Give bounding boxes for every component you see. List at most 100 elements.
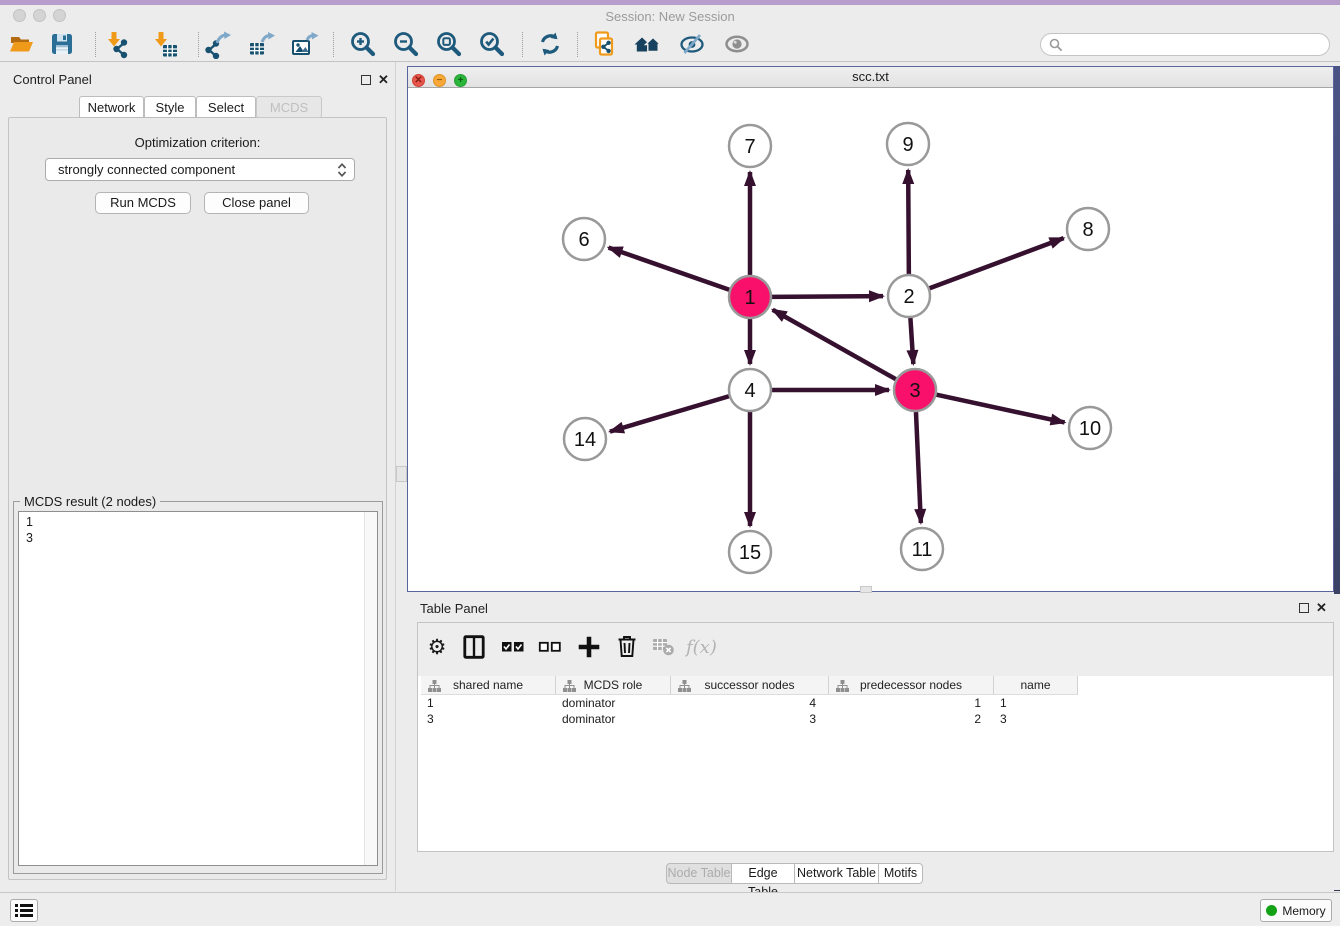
column-header-shared-name[interactable]: shared name xyxy=(421,676,556,695)
import-table-icon[interactable] xyxy=(150,29,180,59)
graph-node-8[interactable]: 8 xyxy=(1067,208,1109,250)
tab-style[interactable]: Style xyxy=(144,96,196,118)
column-tree-icon xyxy=(428,680,441,692)
table-panel-title: Table Panel xyxy=(420,601,488,616)
horizontal-splitter-handle[interactable] xyxy=(396,466,407,482)
tab-mcds[interactable]: MCDS xyxy=(256,96,322,118)
table-settings-gear-icon[interactable]: ⚙ xyxy=(422,634,452,664)
graph-node-14[interactable]: 14 xyxy=(564,418,606,460)
export-network-icon[interactable] xyxy=(203,29,233,59)
graph-node-2[interactable]: 2 xyxy=(888,275,930,317)
memory-button[interactable]: Memory xyxy=(1260,899,1332,922)
toolbar-separator xyxy=(333,32,334,57)
svg-text:11: 11 xyxy=(912,539,933,561)
column-tree-icon xyxy=(836,680,849,692)
network-canvas[interactable]: 1 2 3 4 6 7 8 9 10 11 14 15 xyxy=(408,88,1333,591)
mcds-tab-content: Optimization criterion: strongly connect… xyxy=(8,117,387,880)
search-input[interactable] xyxy=(1067,35,1323,54)
show-column-panel-icon[interactable] xyxy=(459,634,489,664)
graph-node-9[interactable]: 9 xyxy=(887,123,929,165)
tab-node-table[interactable]: Node Table xyxy=(666,863,732,884)
list-icon xyxy=(15,903,33,918)
graph-node-11[interactable]: 11 xyxy=(901,528,943,570)
zoom-out-icon[interactable] xyxy=(391,29,421,59)
hide-eye-icon[interactable] xyxy=(677,29,707,59)
graph-edge-1-6[interactable] xyxy=(609,248,730,290)
save-session-icon[interactable] xyxy=(47,29,77,59)
column-header-predecessor-nodes[interactable]: predecessor nodes xyxy=(829,676,994,695)
graph-node-1[interactable]: 1 xyxy=(729,276,771,318)
export-image-icon[interactable] xyxy=(290,29,320,59)
zoom-fit-icon[interactable] xyxy=(434,29,464,59)
task-history-button[interactable] xyxy=(10,899,38,922)
mcds-result-text: 1 3 xyxy=(18,511,378,866)
toolbar-separator xyxy=(522,32,523,57)
table-cell: dominator xyxy=(556,695,671,711)
zoom-in-icon[interactable] xyxy=(348,29,378,59)
tab-select[interactable]: Select xyxy=(196,96,256,118)
float-table-panel-icon[interactable] xyxy=(1299,603,1309,613)
column-tree-icon xyxy=(678,680,691,692)
network-window-titlebar[interactable]: ✕−+ scc.txt xyxy=(408,67,1333,88)
unselect-all-columns-icon[interactable] xyxy=(535,634,565,664)
close-table-panel-icon[interactable]: ✕ xyxy=(1316,602,1327,614)
graph-edge-2-8[interactable] xyxy=(930,238,1064,288)
tab-motifs[interactable]: Motifs xyxy=(879,863,923,884)
column-tree-icon xyxy=(563,680,576,692)
result-scrollbar[interactable] xyxy=(364,512,377,865)
svg-text:9: 9 xyxy=(902,134,913,156)
search-box[interactable] xyxy=(1040,33,1330,56)
open-session-icon[interactable] xyxy=(7,29,37,59)
svg-text:14: 14 xyxy=(574,429,596,451)
network-close-icon[interactable]: ✕ xyxy=(412,74,425,87)
column-header-successor-nodes[interactable]: successor nodes xyxy=(671,676,829,695)
graph-edge-4-14[interactable] xyxy=(610,396,729,431)
graph-edge-2-3[interactable] xyxy=(910,318,913,364)
float-panel-icon[interactable] xyxy=(361,75,371,85)
graph-node-6[interactable]: 6 xyxy=(563,218,605,260)
tab-network-table[interactable]: Network Table xyxy=(795,863,879,884)
clone-network-icon[interactable] xyxy=(589,29,619,59)
graph-node-15[interactable]: 15 xyxy=(729,531,771,573)
select-all-columns-icon[interactable] xyxy=(498,634,528,664)
refresh-styles-icon[interactable] xyxy=(535,29,565,59)
graph-edge-1-2[interactable] xyxy=(772,296,883,297)
column-header-mcds-role[interactable]: MCDS role xyxy=(556,676,671,695)
svg-text:4: 4 xyxy=(744,380,755,402)
column-header-name[interactable]: name xyxy=(994,676,1078,695)
memory-status-dot xyxy=(1266,905,1277,916)
network-view-window: ✕−+ scc.txt 1 2 3 4 6 7 8 9 10 11 14 15 xyxy=(407,66,1334,592)
graph-node-7[interactable]: 7 xyxy=(729,125,771,167)
home-icon[interactable] xyxy=(633,29,663,59)
table-panel-tabs: Node TableEdge TableNetwork TableMotifs xyxy=(666,863,923,884)
graph-node-3[interactable]: 3 xyxy=(894,369,936,411)
column-label: successor nodes xyxy=(704,678,794,692)
table-panel: Table Panel ✕ ⚙ f(x) shared nameMCDS rol… xyxy=(407,594,1340,890)
graph-edge-3-10[interactable] xyxy=(936,395,1064,423)
table-row[interactable]: 1dominator411 xyxy=(421,695,1078,711)
export-table-icon[interactable] xyxy=(247,29,277,59)
show-eye-icon[interactable] xyxy=(722,29,752,59)
graph-node-10[interactable]: 10 xyxy=(1069,407,1111,449)
run-mcds-button[interactable]: Run MCDS xyxy=(95,192,191,214)
column-label: MCDS role xyxy=(584,678,643,692)
network-minimize-icon[interactable]: − xyxy=(433,74,446,87)
table-row[interactable]: 3dominator323 xyxy=(421,711,1078,727)
graph-edge-2-9[interactable] xyxy=(908,170,909,274)
graph-node-4[interactable]: 4 xyxy=(729,369,771,411)
close-panel-icon[interactable]: ✕ xyxy=(378,74,389,86)
delete-column-trash-icon[interactable] xyxy=(612,634,642,664)
svg-text:7: 7 xyxy=(744,136,755,158)
create-column-plus-icon[interactable] xyxy=(574,634,604,664)
tab-network[interactable]: Network xyxy=(79,96,144,118)
graph-edge-3-11[interactable] xyxy=(916,412,921,523)
graph-edge-3-1[interactable] xyxy=(773,310,896,379)
import-network-icon[interactable] xyxy=(103,29,133,59)
vertical-splitter-handle[interactable] xyxy=(860,586,872,593)
zoom-selected-icon[interactable] xyxy=(477,29,507,59)
optimization-dropdown[interactable]: strongly connected component xyxy=(45,158,355,181)
tab-edge-table[interactable]: Edge Table xyxy=(732,863,795,884)
close-panel-button[interactable]: Close panel xyxy=(204,192,309,214)
svg-text:6: 6 xyxy=(578,229,589,251)
network-maximize-icon[interactable]: + xyxy=(454,74,467,87)
